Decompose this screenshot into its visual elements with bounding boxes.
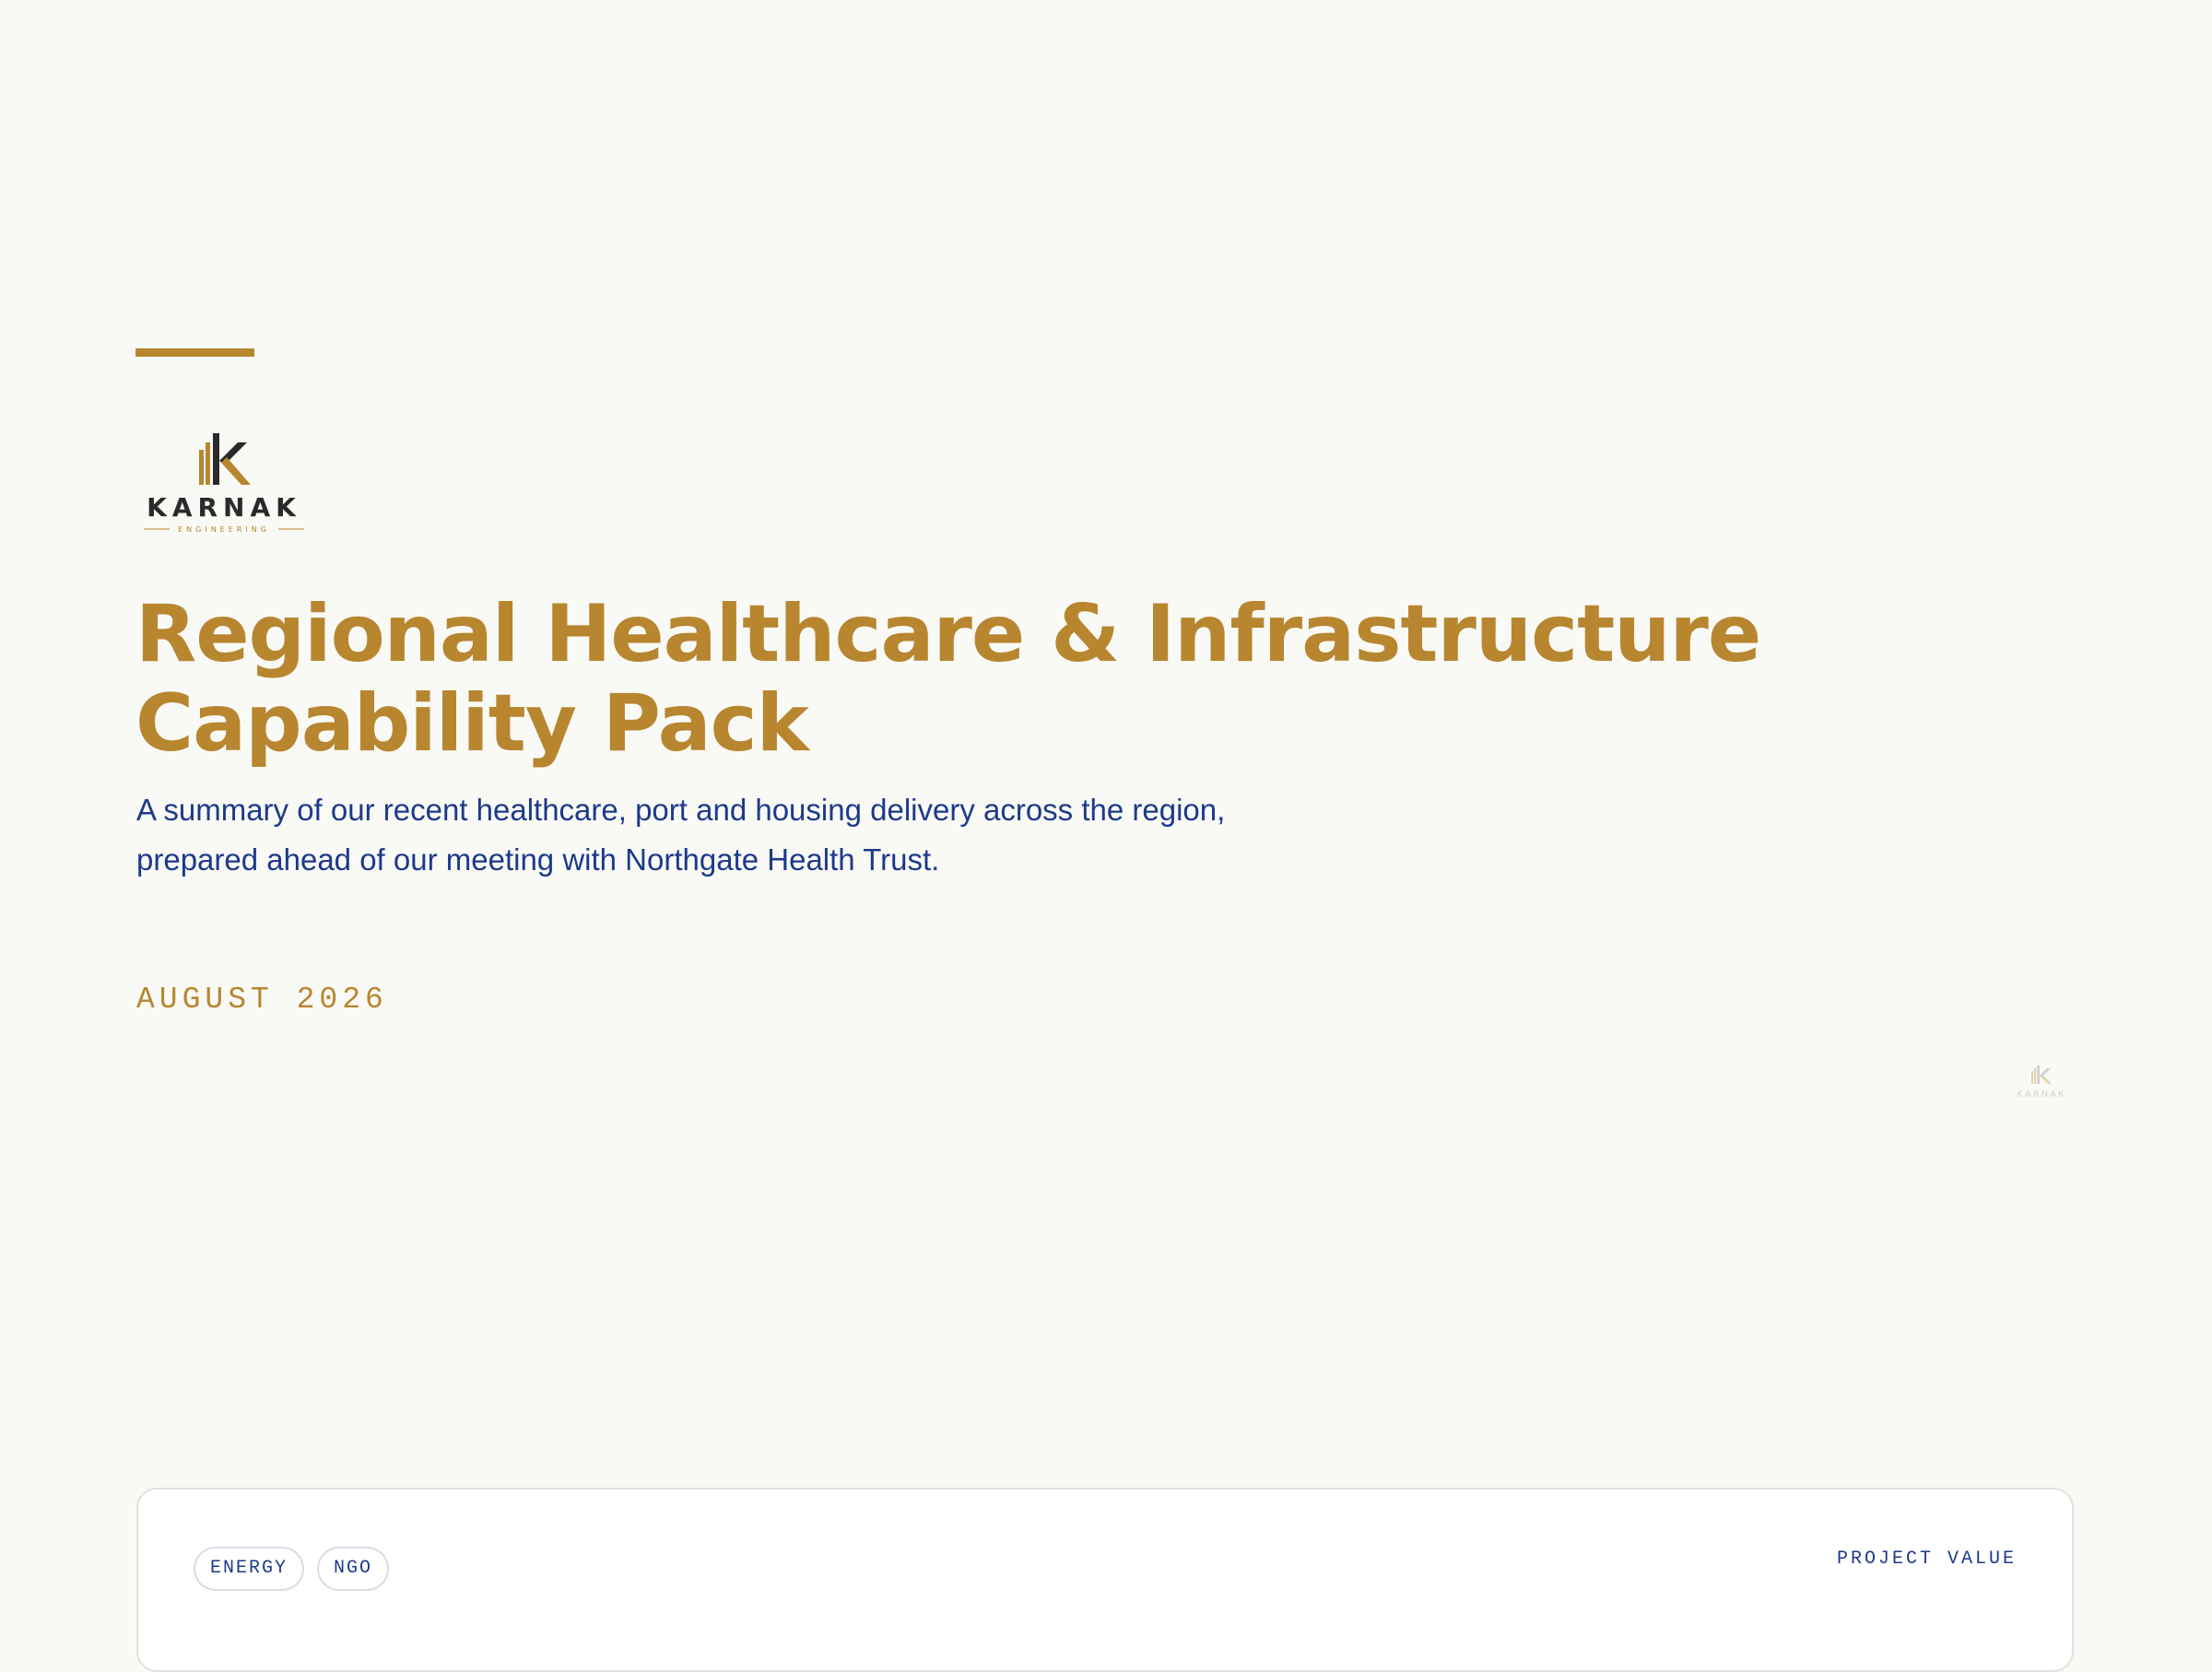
tag-ngo[interactable]: NGO	[317, 1547, 390, 1591]
accent-bar	[135, 348, 254, 357]
project-card: ENERGY NGO PROJECT VALUE	[136, 1488, 2074, 1672]
karnak-watermark-logo: KARNAK	[2009, 1064, 2074, 1104]
tag-energy[interactable]: ENERGY	[194, 1547, 305, 1591]
logo-tagline: ENGINEERING	[178, 525, 270, 534]
watermark-wordmark: KARNAK	[2017, 1089, 2065, 1100]
page-title: Regional Healthcare & Infrastructure Cap…	[135, 588, 1761, 770]
project-tags: ENERGY NGO	[194, 1547, 390, 1591]
karnak-logo-mark: KARNAK ENGINEERING	[144, 433, 304, 534]
karnak-logo: KARNAK ENGINEERING	[140, 430, 308, 536]
project-value-label: PROJECT VALUE	[1836, 1548, 2017, 1570]
logo-wordmark: KARNAK	[147, 492, 301, 523]
page-subtitle: A summary of our recent healthcare, port…	[136, 793, 1226, 877]
date-label: AUGUST 2026	[136, 983, 388, 1017]
